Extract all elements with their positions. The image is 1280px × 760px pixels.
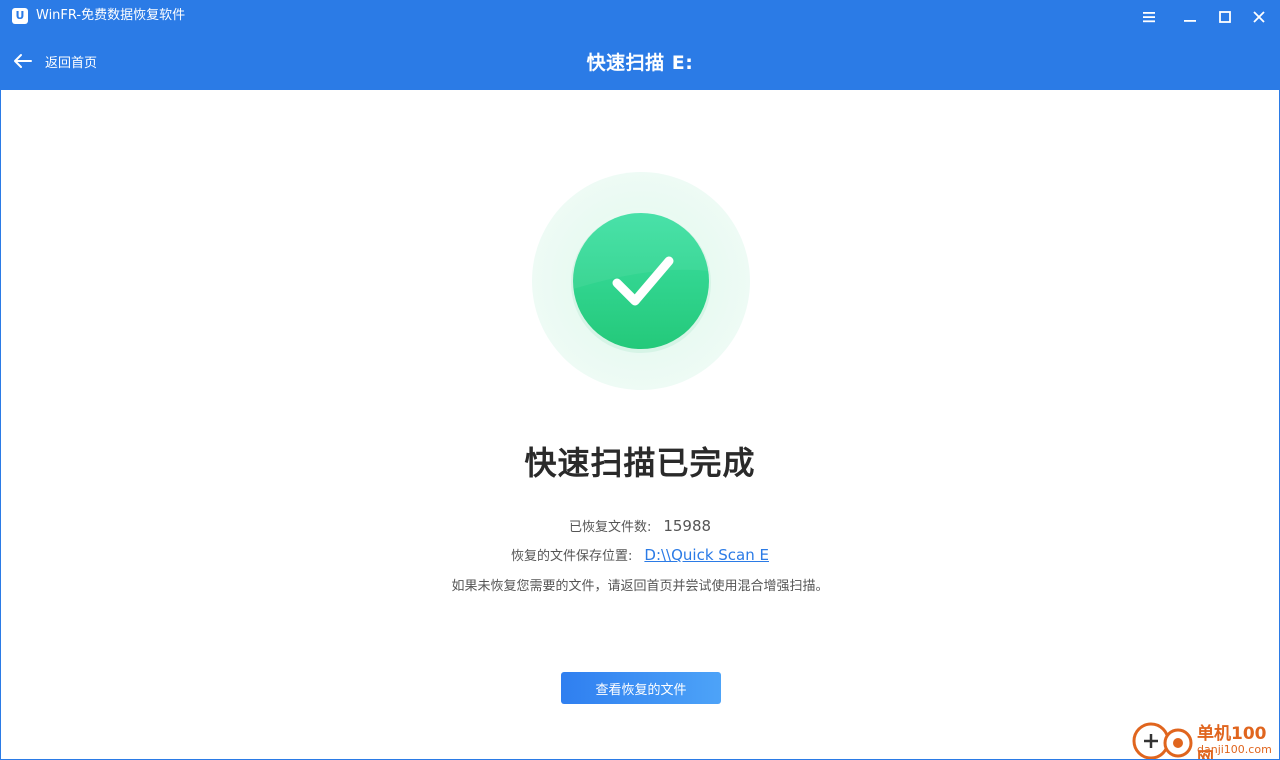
app-logo-icon: U	[12, 8, 28, 24]
recovered-count-value: 15988	[663, 517, 712, 535]
hamburger-icon	[1143, 12, 1155, 23]
watermark: 单机100网 danji100.com	[1131, 717, 1279, 759]
title-bar: U WinFR-免费数据恢复软件	[1, 1, 1279, 32]
watermark-logo-icon	[1132, 722, 1193, 759]
menu-button[interactable]	[1137, 5, 1161, 29]
save-location-label: 恢复的文件保存位置:	[511, 549, 633, 564]
view-recovered-files-button[interactable]: 查看恢复的文件	[561, 672, 721, 704]
close-button[interactable]	[1247, 5, 1271, 29]
result-title: 快速扫描已完成	[524, 444, 756, 482]
recovered-count-line: 已恢复文件数: 15988	[1, 516, 1279, 535]
maximize-icon	[1219, 11, 1231, 23]
header-bar: 返回首页 快速扫描 E:	[1, 32, 1279, 90]
save-location-line: 恢复的文件保存位置: D:\\Quick Scan E	[1, 545, 1279, 564]
minimize-icon	[1184, 20, 1196, 22]
close-icon	[1253, 11, 1265, 23]
hint-text: 如果未恢复您需要的文件，请返回首页并尝试使用混合增强扫描。	[451, 579, 829, 594]
recovered-count-label: 已恢复文件数:	[568, 520, 652, 535]
save-location-link[interactable]: D:\\Quick Scan E	[644, 546, 769, 564]
success-graphic	[531, 171, 751, 391]
minimize-button[interactable]	[1178, 5, 1202, 29]
maximize-button[interactable]	[1213, 5, 1237, 29]
check-circle-icon	[532, 172, 750, 390]
watermark-url: danji100.com	[1197, 743, 1272, 756]
page-title: 快速扫描 E:	[586, 52, 694, 74]
window-title: WinFR-免费数据恢复软件	[36, 8, 186, 23]
app-window: U WinFR-免费数据恢复软件 返回首页 快速扫描 E: 快速扫描已完成 已恢…	[0, 0, 1280, 760]
